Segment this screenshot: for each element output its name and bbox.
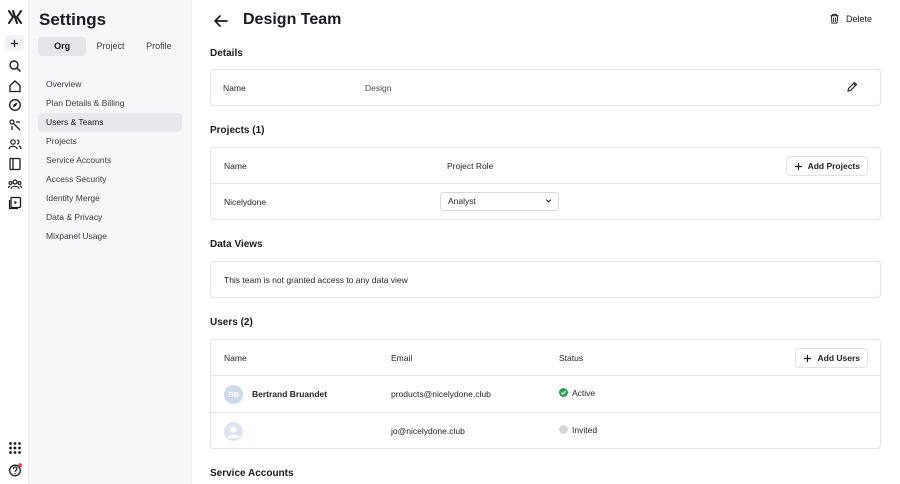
sidebar-item-overview[interactable]: Overview [38, 75, 182, 94]
data-views-card: This team is not granted access to any d… [210, 261, 881, 298]
details-heading: Details [210, 48, 243, 59]
avatar: BB [224, 385, 243, 404]
cohorts-icon[interactable] [7, 176, 22, 191]
sidebar-item-projects[interactable]: Projects [38, 132, 182, 151]
tab-project[interactable]: Project [86, 37, 134, 56]
pending-circle-icon [559, 425, 568, 434]
lexicon-icon[interactable] [7, 195, 22, 210]
icon-rail [0, 0, 29, 484]
apps-icon[interactable] [7, 440, 22, 455]
sidebar-item-identity-merge[interactable]: Identity Merge [38, 189, 182, 208]
edit-pencil-icon[interactable] [846, 81, 858, 96]
sidebar-item-data-privacy[interactable]: Data & Privacy [38, 208, 182, 227]
table-row: Nicelydone Analyst [211, 184, 880, 220]
add-projects-button[interactable]: Add Projects [785, 156, 868, 176]
plus-icon [794, 162, 802, 170]
settings-sidebar: Settings Org Project Profile Overview Pl… [29, 0, 192, 484]
search-icon[interactable] [7, 58, 22, 73]
status-badge: Active [559, 388, 595, 398]
table-row: BB Bertrand Bruandet products@nicelydone… [211, 376, 880, 413]
sidebar-title: Settings [39, 10, 107, 29]
delete-label: Delete [845, 13, 872, 24]
projects-header-row: Name Project Role Add Projects [211, 148, 880, 184]
add-projects-label: Add Projects [807, 161, 860, 171]
home-icon[interactable] [7, 78, 22, 93]
add-users-button[interactable]: Add Users [795, 348, 868, 368]
sidebar-item-mixpanel-usage[interactable]: Mixpanel Usage [38, 227, 182, 246]
discover-icon[interactable] [7, 97, 22, 112]
user-silhouette-icon [227, 426, 240, 438]
help-icon[interactable] [7, 462, 22, 477]
service-accounts-heading: Service Accounts [210, 468, 294, 479]
data-views-heading: Data Views [210, 239, 263, 250]
users-col-status: Status [559, 353, 584, 363]
plus-icon [804, 354, 812, 362]
project-name: Nicelydone [224, 197, 267, 207]
status-text: Invited [572, 425, 598, 435]
users-header-row: Name Email Status Add Users [211, 340, 880, 376]
avatar-placeholder [224, 422, 243, 441]
users-card: Name Email Status Add Users BB Bertrand … [210, 339, 881, 449]
chevron-down-icon [545, 193, 552, 210]
notification-dot [17, 462, 22, 467]
user-name: Bertrand Bruandet [252, 389, 328, 399]
users-col-name: Name [224, 353, 247, 363]
main-content: Design Team Delete Details Name Design P… [192, 0, 900, 484]
add-users-label: Add Users [817, 353, 860, 363]
status-badge: Invited [559, 425, 597, 435]
project-role-select[interactable]: Analyst [440, 192, 559, 211]
users-col-email: Email [391, 353, 413, 363]
tab-profile[interactable]: Profile [135, 37, 183, 56]
projects-card: Name Project Role Add Projects Nicelydon… [210, 147, 881, 220]
scope-switcher: Org Project Profile [38, 37, 183, 56]
boards-icon[interactable] [7, 156, 22, 171]
sidebar-item-users-teams[interactable]: Users & Teams [38, 113, 182, 132]
user-email: products@nicelydone.club [391, 389, 491, 399]
logo-icon[interactable] [7, 9, 22, 24]
projects-col-role: Project Role [447, 161, 494, 171]
settings-nav: Overview Plan Details & Billing Users & … [38, 75, 182, 246]
name-label: Name [223, 83, 246, 93]
projects-heading: Projects (1) [210, 125, 265, 136]
project-role-value: Analyst [448, 196, 476, 206]
page-title: Design Team [243, 11, 342, 28]
users-heading: Users (2) [210, 317, 253, 328]
table-row: jo@nicelydone.club Invited [211, 413, 880, 450]
users-icon[interactable] [7, 136, 22, 151]
back-arrow-icon[interactable] [213, 13, 229, 29]
tab-org[interactable]: Org [38, 37, 87, 56]
user-email: jo@nicelydone.club [391, 426, 465, 436]
projects-col-name: Name [224, 161, 247, 171]
events-icon[interactable] [7, 117, 22, 132]
add-icon[interactable] [5, 35, 24, 51]
sidebar-item-service-accounts[interactable]: Service Accounts [38, 151, 182, 170]
status-text: Active [572, 388, 596, 398]
sidebar-item-access-security[interactable]: Access Security [38, 170, 182, 189]
sidebar-item-plan-billing[interactable]: Plan Details & Billing [38, 94, 182, 113]
team-name-value: Design [365, 83, 392, 93]
trash-icon [830, 13, 839, 24]
details-card: Name Design [210, 69, 881, 106]
check-circle-icon [559, 388, 568, 397]
data-views-message: This team is not granted access to any d… [224, 275, 408, 285]
delete-button[interactable]: Delete [829, 13, 872, 24]
